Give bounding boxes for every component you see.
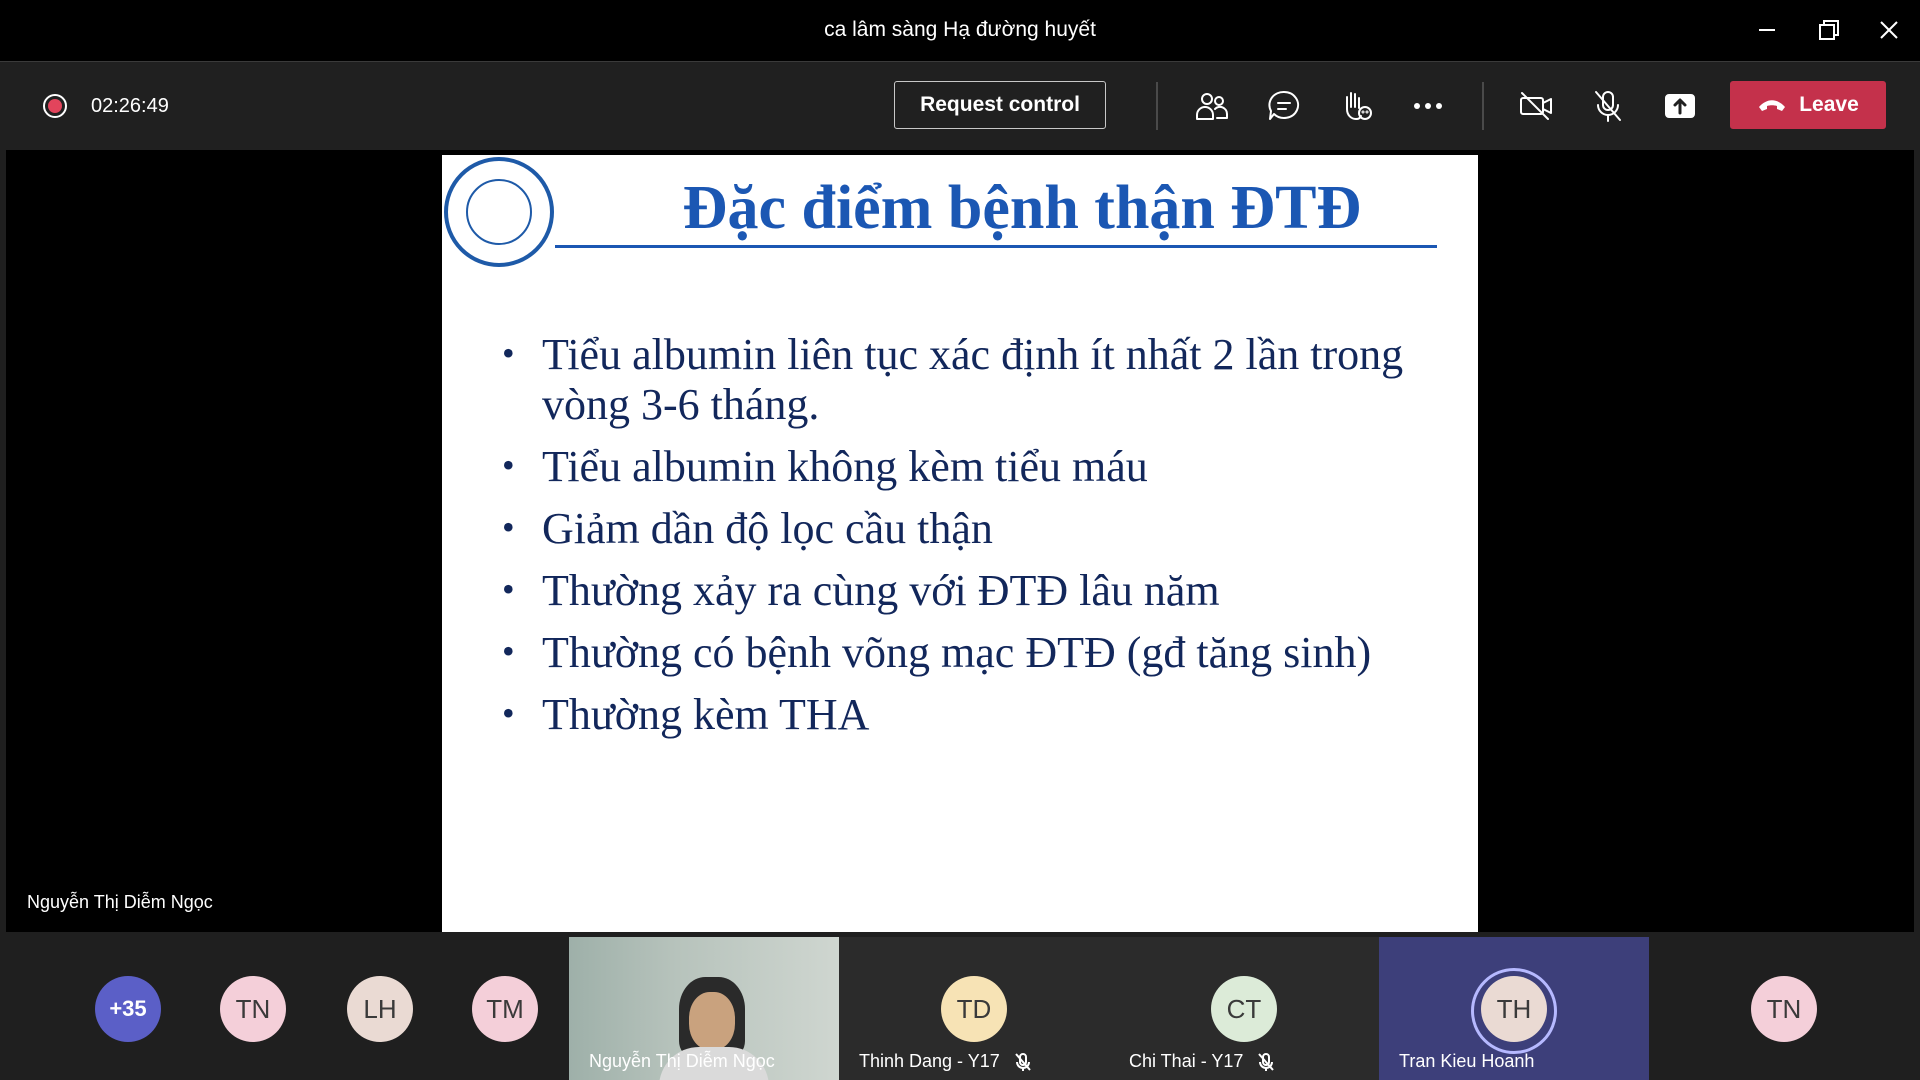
- camera-toggle-button[interactable]: [1514, 84, 1558, 128]
- title-underline: [555, 245, 1437, 248]
- slide-bullet: Tiểu albumin không kèm tiểu máu: [502, 440, 1422, 492]
- participant-avatar[interactable]: TM: [472, 976, 538, 1042]
- participant-avatar[interactable]: TN: [220, 976, 286, 1042]
- chat-icon: [1268, 90, 1300, 120]
- participant-video-tile[interactable]: Nguyễn Thị Diễm Ngọc: [569, 937, 839, 1080]
- slide-bullet: Giảm dần độ lọc cầu thận: [502, 502, 1422, 554]
- participants-button[interactable]: [1190, 84, 1234, 128]
- recording-icon: [43, 94, 67, 118]
- presentation-slide: Đặc điểm bệnh thận ĐTĐ Tiểu albumin liên…: [442, 155, 1478, 932]
- title-bar: ca lâm sàng Hạ đường huyết: [0, 0, 1920, 62]
- slide-bullet-list: Tiểu albumin liên tục xác định ít nhất 2…: [502, 328, 1422, 752]
- meeting-toolbar: 02:26:49 Request control Leave: [0, 62, 1920, 150]
- restore-button[interactable]: [1806, 10, 1852, 50]
- camera-off-icon: [1520, 92, 1552, 120]
- university-seal-logo: [444, 157, 554, 267]
- participant-avatar[interactable]: TN: [1751, 976, 1817, 1042]
- leave-button-label: Leave: [1799, 93, 1859, 116]
- share-tray-icon: [1665, 94, 1695, 118]
- microphone-toggle-button[interactable]: [1586, 84, 1630, 128]
- participant-avatar[interactable]: LH: [347, 976, 413, 1042]
- hang-up-icon: [1759, 100, 1786, 111]
- participant-avatar: TD: [941, 976, 1007, 1042]
- share-screen-button[interactable]: [1658, 84, 1702, 128]
- participant-name: Chi Thai - Y17: [1129, 1051, 1275, 1072]
- toolbar-divider: [1156, 82, 1158, 130]
- more-participants-button[interactable]: +35: [95, 976, 161, 1042]
- slide-bullet: Tiểu albumin liên tục xác định ít nhất 2…: [502, 328, 1422, 430]
- participant-avatar: CT: [1211, 976, 1277, 1042]
- participant-name: Nguyễn Thị Diễm Ngọc: [589, 1051, 775, 1071]
- window-title: ca lâm sàng Hạ đường huyết: [824, 18, 1096, 41]
- leave-button[interactable]: Leave: [1730, 81, 1886, 129]
- people-icon: [1196, 93, 1229, 120]
- chat-button[interactable]: [1262, 84, 1306, 128]
- reactions-button[interactable]: [1334, 84, 1378, 128]
- close-button[interactable]: [1866, 10, 1912, 50]
- presenter-name: Nguyễn Thị Diễm Ngọc: [27, 892, 213, 912]
- microphone-off-icon: [1015, 1052, 1031, 1071]
- slide-bullet: Thường kèm THA: [502, 688, 1422, 740]
- raise-hand-icon: [1346, 92, 1372, 120]
- slide-bullet: Thường có bệnh võng mạc ĐTĐ (gđ tăng sin…: [502, 626, 1422, 678]
- microphone-off-icon: [1595, 91, 1621, 122]
- slide-bullet: Thường xảy ra cùng với ĐTĐ lâu năm: [502, 564, 1422, 616]
- close-icon: [1880, 21, 1898, 39]
- microphone-off-icon: [1258, 1052, 1275, 1071]
- request-control-button[interactable]: Request control: [894, 81, 1106, 129]
- toolbar-divider: [1482, 82, 1484, 130]
- participant-avatar: TH: [1481, 976, 1547, 1042]
- slide-title: Đặc điểm bệnh thận ĐTĐ: [682, 174, 1362, 242]
- meeting-timer: 02:26:49: [91, 95, 169, 117]
- participant-name: Tran Kieu Hoanh: [1399, 1051, 1535, 1071]
- restore-icon: [1819, 20, 1839, 40]
- participant-name: Thinh Dang - Y17: [859, 1051, 1032, 1072]
- more-options-button[interactable]: [1406, 84, 1450, 128]
- more-icon: [1414, 103, 1442, 109]
- minimize-button[interactable]: [1744, 10, 1790, 50]
- minimize-icon: [1759, 29, 1775, 31]
